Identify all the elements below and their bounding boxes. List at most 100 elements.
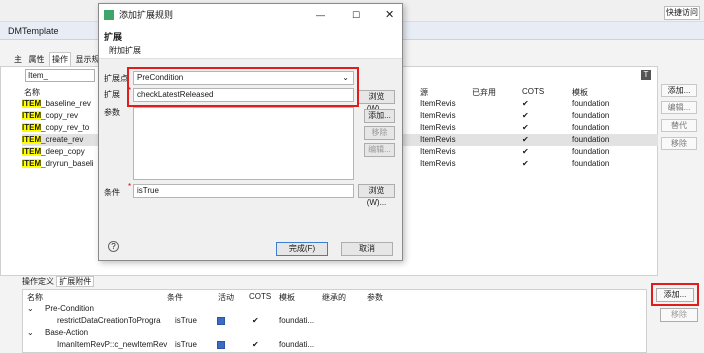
tab-properties[interactable]: 属性 — [27, 53, 47, 66]
active-checkbox[interactable] — [217, 341, 225, 349]
row-name-suffix: _copy_rev — [41, 111, 79, 120]
quick-access-field[interactable]: 快捷访问 — [664, 6, 700, 20]
minimize-icon[interactable]: — — [316, 4, 325, 26]
row-source: ItemRevis — [420, 135, 456, 144]
row-source: ItemRevis — [420, 99, 456, 108]
row-cots: ✔ — [522, 135, 529, 144]
row-cots: ✔ — [522, 147, 529, 156]
extension-point-label: 扩展点 — [104, 74, 128, 83]
tree-item-row[interactable]: ImanItemRevP::c_newItemRev isTrue ✔ foun… — [27, 339, 642, 351]
attach-remove-button[interactable]: 移除 — [660, 308, 698, 322]
bottom-tabs: 操作定义 扩展附件 — [22, 276, 95, 289]
add-extension-rule-dialog: 添加扩展规则 — ☐ ✕ 扩展 附加扩展 扩展点 PreCondition ⌄ … — [98, 3, 403, 261]
row-template: foundation — [572, 147, 610, 156]
row-source: ItemRevis — [420, 147, 456, 156]
item-name: ImanItemRevP::c_newItemRev — [57, 340, 168, 349]
header-title: 扩展 — [104, 32, 123, 42]
column-header-deprecated[interactable]: 已弃用 — [472, 87, 496, 98]
column-header-name[interactable]: 名称 — [27, 292, 43, 303]
attach-add-button[interactable]: 添加... — [656, 288, 694, 302]
row-name-suffix: _baseline_rev — [41, 99, 91, 108]
highlight-box — [127, 67, 359, 107]
row-cots: ✔ — [522, 111, 529, 120]
row-cots: ✔ — [522, 123, 529, 132]
chevron-down-icon[interactable]: ⌄ — [27, 303, 34, 315]
column-header-cots[interactable]: COTS — [522, 87, 544, 96]
group-label: Pre-Condition — [45, 304, 94, 313]
remove-button[interactable]: 移除 — [661, 137, 697, 150]
row-name-prefix: ITEM — [22, 111, 42, 120]
tab-label: DMTemplate — [8, 26, 59, 36]
tree-group-row[interactable]: ⌄ Base-Action — [27, 327, 642, 339]
required-marker: * — [128, 182, 132, 191]
cots-check-icon: ✔ — [252, 340, 259, 349]
column-header-template[interactable]: 模板 — [572, 87, 588, 98]
row-name-suffix: _create_rev — [41, 135, 84, 144]
extension-label: 扩展 — [104, 90, 120, 99]
tree-item-row[interactable]: restrictDataCreationToProgra isTrue ✔ fo… — [27, 315, 642, 327]
tab-main[interactable]: 主 — [12, 53, 24, 66]
condition-field[interactable]: isTrue — [133, 184, 354, 198]
app-icon — [104, 10, 114, 20]
params-label: 参数 — [104, 108, 120, 117]
close-icon[interactable]: ✕ — [385, 4, 394, 26]
condition-browse-button[interactable]: 浏览(W)... — [358, 184, 395, 207]
property-tabs: 主 属性 操作 显示规则 — [12, 52, 110, 67]
column-header-source[interactable]: 源 — [420, 87, 428, 98]
column-header-inherited[interactable]: 继承的 — [322, 292, 346, 303]
column-header-name[interactable]: 名称 — [24, 87, 40, 98]
chevron-down-icon[interactable]: ⌄ — [27, 327, 34, 339]
param-add-button[interactable]: 添加... — [364, 109, 395, 123]
filter-icon[interactable]: T — [641, 70, 651, 80]
tab-extension-attachments[interactable]: 扩展附件 — [56, 276, 95, 287]
column-header-params[interactable]: 参数 — [367, 292, 383, 303]
row-name-prefix: ITEM — [22, 123, 42, 132]
row-cots: ✔ — [522, 99, 529, 108]
row-source: ItemRevis — [420, 159, 456, 168]
dialog-title-bar: 添加扩展规则 — ☐ ✕ — [99, 4, 402, 26]
column-header-cots[interactable]: COTS — [249, 292, 271, 301]
item-condition: isTrue — [175, 340, 197, 349]
dialog-header: 扩展 附加扩展 — [99, 26, 402, 59]
item-name: restrictDataCreationToProgra — [57, 316, 161, 325]
dialog-title: 添加扩展规则 — [119, 10, 174, 20]
tab-operation-definition[interactable]: 操作定义 — [22, 277, 54, 286]
cots-check-icon: ✔ — [252, 316, 259, 325]
override-button[interactable]: 替代 — [661, 119, 697, 132]
extension-browse-button[interactable]: 浏览(W)... — [358, 90, 395, 113]
row-template: foundation — [572, 99, 610, 108]
row-name-suffix: _copy_rev_to — [41, 123, 90, 132]
row-cots: ✔ — [522, 159, 529, 168]
column-header-active[interactable]: 活动 — [218, 292, 234, 303]
tree-group-row[interactable]: ⌄ Pre-Condition — [27, 303, 642, 315]
condition-label: 条件 — [104, 188, 120, 197]
filter-input[interactable]: Item_ — [25, 69, 95, 82]
active-checkbox[interactable] — [217, 317, 225, 325]
edit-button[interactable]: 编辑... — [661, 101, 697, 114]
row-name-suffix: _deep_copy — [41, 147, 85, 156]
add-button[interactable]: 添加... — [661, 84, 697, 97]
help-icon[interactable]: ? — [108, 241, 119, 252]
maximize-icon[interactable]: ☐ — [352, 4, 360, 26]
row-name-prefix: ITEM — [22, 159, 42, 168]
cancel-button[interactable]: 取消 — [341, 242, 393, 256]
param-remove-button[interactable]: 移除 — [364, 126, 395, 140]
item-condition: isTrue — [175, 316, 197, 325]
param-edit-button[interactable]: 编辑... — [364, 143, 395, 157]
row-name-prefix: ITEM — [22, 147, 42, 156]
column-header-condition[interactable]: 条件 — [167, 292, 183, 303]
item-template: foundati... — [279, 340, 315, 349]
row-name-prefix: ITEM — [22, 135, 42, 144]
item-template: foundati... — [279, 316, 315, 325]
row-template: foundation — [572, 135, 610, 144]
finish-button[interactable]: 完成(F) — [276, 242, 328, 256]
column-header-template[interactable]: 模板 — [279, 292, 295, 303]
tab-dmtemplate[interactable]: DMTemplate — [4, 24, 63, 39]
row-template: foundation — [572, 123, 610, 132]
row-name-suffix: _dryrun_baseli — [41, 159, 94, 168]
group-label: Base-Action — [45, 328, 89, 337]
params-list[interactable] — [133, 107, 354, 180]
row-source: ItemRevis — [420, 111, 456, 120]
header-subtitle: 附加扩展 — [109, 46, 141, 55]
tab-operations[interactable]: 操作 — [49, 52, 72, 67]
